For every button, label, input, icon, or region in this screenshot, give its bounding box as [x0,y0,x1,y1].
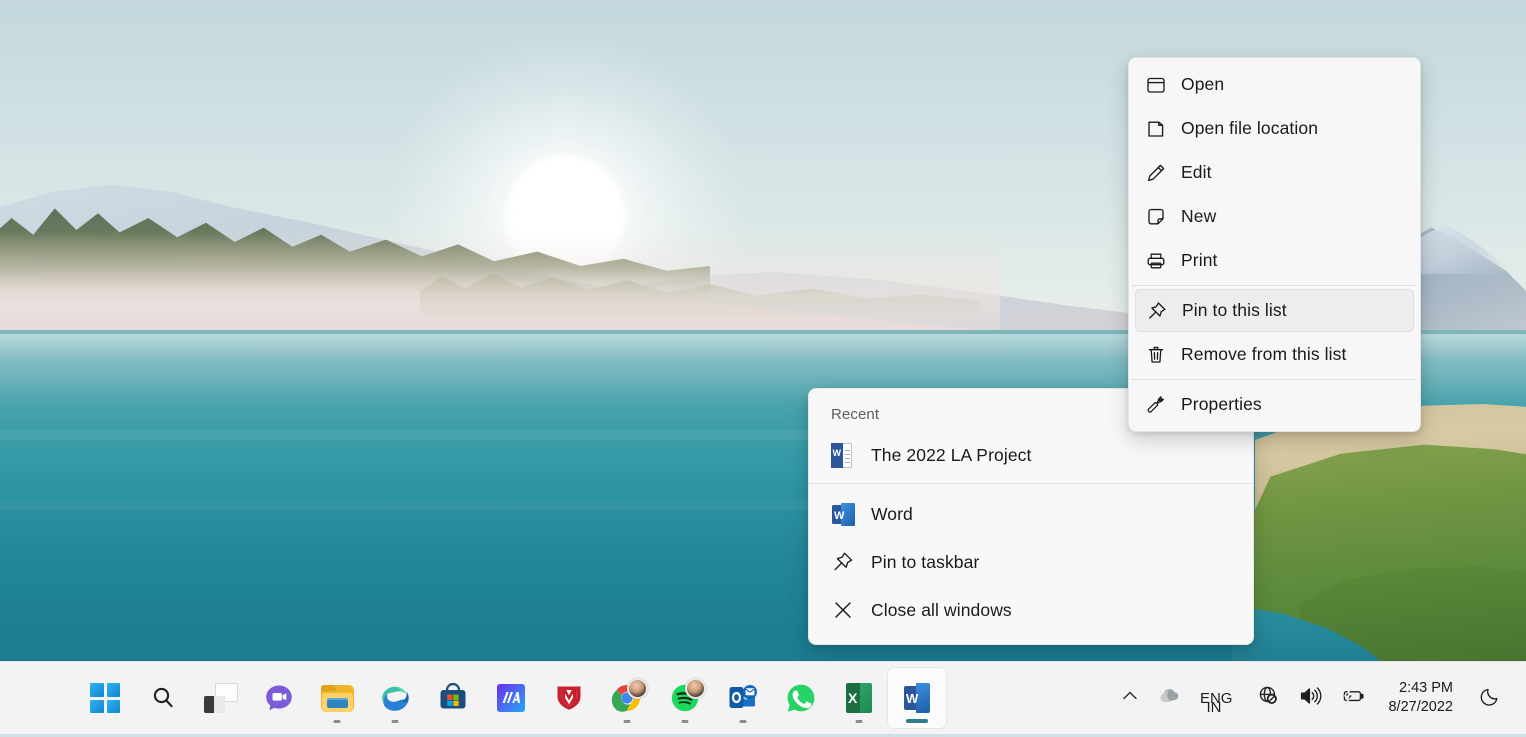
running-indicator [624,720,631,724]
window-icon [1145,74,1181,96]
taskbar-button-search[interactable] [134,668,192,728]
running-indicator [856,720,863,724]
pencil-icon [1145,162,1181,184]
jump-list-action-label: Word [871,504,913,525]
context-menu-item-properties[interactable]: Properties [1135,383,1414,426]
trash-icon [1145,344,1181,366]
battery-charging-icon [1340,684,1366,713]
context-menu-item-print[interactable]: Print [1135,239,1414,282]
context-menu-item-label: Remove from this list [1181,344,1346,365]
running-indicator [682,720,689,724]
context-menu-item-pin-to-this-list[interactable]: Pin to this list [1135,289,1414,332]
taskbar-context-menu: Open Open file location Edit New [1128,57,1421,432]
spotify-icon [668,681,702,715]
context-menu-item-new[interactable]: New [1135,195,1414,238]
word-app-icon: W [831,502,871,527]
search-icon [146,681,180,715]
context-menu-item-label: New [1181,206,1216,227]
jump-list-separator [809,483,1253,484]
taskbar-button-file-explorer[interactable] [308,668,366,728]
context-menu-separator [1132,285,1417,286]
word-document-icon [831,443,871,468]
windows-start-icon [90,683,120,713]
context-menu-item-label: Edit [1181,162,1212,183]
whatsapp-icon [784,681,818,715]
jump-list-action-label: Pin to taskbar [871,552,979,573]
clock-date: 8/27/2022 [1384,698,1461,717]
tray-onedrive[interactable] [1149,669,1191,727]
folder-page-icon [1145,118,1181,140]
jump-list-recent-item[interactable]: The 2022 LA Project [809,431,1253,479]
context-menu-item-label: Print [1181,250,1217,271]
edge-icon [378,681,412,715]
avatar-badge [627,678,648,699]
pin-icon [831,550,871,574]
running-indicator [392,720,399,724]
jump-list-action-pin[interactable]: Pin to taskbar [809,538,1253,586]
taskbar-button-microsoft-edge[interactable] [366,668,424,728]
svg-text:W: W [834,510,845,522]
jump-list-item-label: The 2022 LA Project [871,445,1031,466]
context-menu-item-label: Properties [1181,394,1262,415]
tray-battery[interactable] [1331,669,1375,727]
language-line-2: IN [1206,699,1221,716]
moon-icon [1479,684,1503,713]
taskbar-button-ma-app[interactable] [482,668,540,728]
context-menu-item-label: Open [1181,74,1224,95]
chat-video-icon [262,681,296,715]
context-menu-item-label: Pin to this list [1182,300,1287,321]
running-indicator [334,720,341,724]
taskbar-button-chat[interactable] [250,668,308,728]
active-window-indicator [906,719,928,723]
speaker-icon [1298,684,1322,713]
task-view-icon [204,681,238,715]
tray-notifications[interactable] [1470,669,1512,727]
taskbar-button-spotify[interactable] [656,668,714,728]
wrench-icon [1145,394,1181,416]
avatar-badge [685,678,706,699]
taskbar-button-google-chrome[interactable] [598,668,656,728]
chrome-icon [610,681,644,715]
taskbar-button-word[interactable]: W [888,668,946,728]
taskbar-button-outlook[interactable] [714,668,772,728]
tray-volume[interactable] [1289,669,1331,727]
context-menu-item-label: Open file location [1181,118,1318,139]
context-menu-item-edit[interactable]: Edit [1135,151,1414,194]
clock-time: 2:43 PM [1384,679,1461,698]
running-indicator [740,720,747,724]
context-menu-separator [1132,379,1417,380]
jump-list-action-close-all[interactable]: Close all windows [809,586,1253,634]
cloud-icon [1158,684,1182,713]
jump-list-action-label: Close all windows [871,600,1012,621]
tray-network[interactable] [1248,669,1289,727]
globe-no-internet-icon [1257,684,1280,712]
close-x-icon [831,598,871,622]
taskbar-button-start[interactable] [76,668,134,728]
excel-icon: X [842,681,876,715]
word-icon: W [900,681,934,715]
new-page-icon [1145,206,1181,228]
pin-icon [1146,300,1182,322]
microsoft-store-icon [436,681,470,715]
system-tray: ENG IN [1111,662,1526,734]
taskbar-button-excel[interactable]: X [830,668,888,728]
context-menu-item-remove-from-this-list[interactable]: Remove from this list [1135,333,1414,376]
tray-show-hidden-icons[interactable] [1111,669,1149,727]
taskbar: X W [0,661,1526,734]
context-menu-item-open-file-location[interactable]: Open file location [1135,107,1414,150]
printer-icon [1145,250,1181,272]
taskbar-button-mcafee[interactable] [540,668,598,728]
file-explorer-icon [320,681,354,715]
tray-language-indicator-secondary[interactable]: IN [1197,660,1230,737]
chevron-up-icon [1120,686,1140,711]
outlook-icon [726,681,760,715]
jump-list-action-word[interactable]: W Word [809,490,1253,538]
taskbar-button-task-view[interactable] [192,668,250,728]
ma-app-icon [494,681,528,715]
taskbar-button-microsoft-store[interactable] [424,668,482,728]
context-menu-item-open[interactable]: Open [1135,63,1414,106]
tray-clock[interactable]: 2:43 PM 8/27/2022 [1375,669,1470,727]
taskbar-button-whatsapp[interactable] [772,668,830,728]
mcafee-shield-icon [552,681,586,715]
